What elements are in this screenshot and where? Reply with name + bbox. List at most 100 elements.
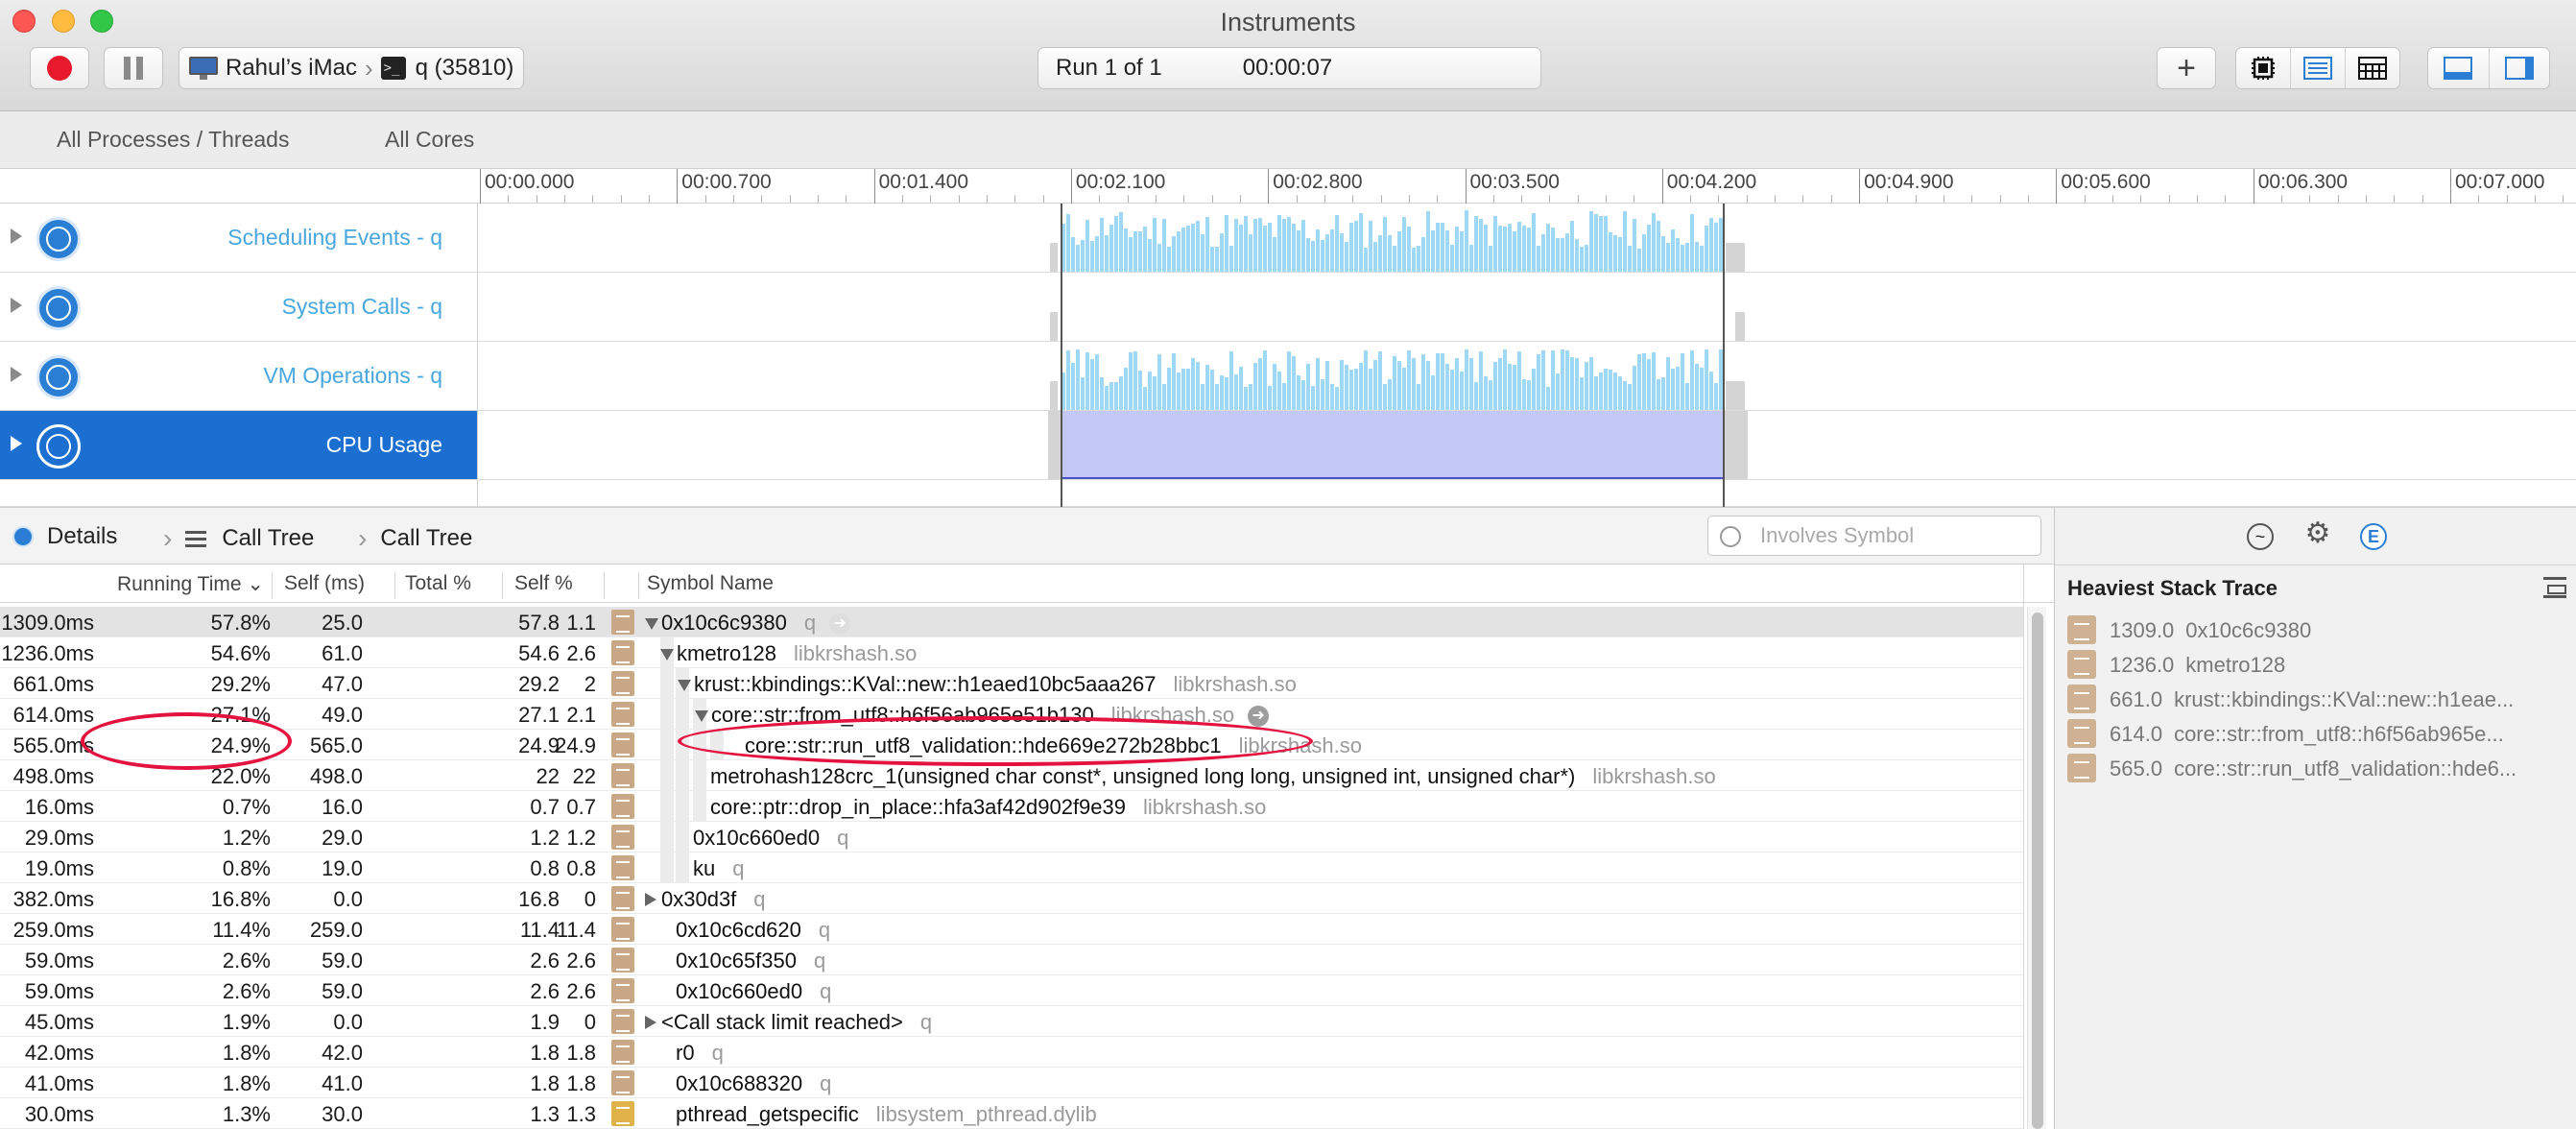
disclosure-open-icon[interactable] bbox=[645, 618, 658, 630]
disclosure-open-icon[interactable] bbox=[695, 710, 708, 722]
ruler-tick: 00:02.100 bbox=[1070, 169, 1165, 204]
running-time-ms: 259.0ms bbox=[12, 918, 94, 942]
running-time-header[interactable]: Running Time ⌄ bbox=[0, 572, 273, 599]
call-tree-label: Call Tree bbox=[222, 525, 315, 551]
add-instrument-button[interactable]: + bbox=[2157, 47, 2216, 89]
pause-button[interactable] bbox=[104, 47, 163, 89]
focus-arrow-icon[interactable]: ➜ bbox=[1248, 706, 1270, 728]
table-row[interactable]: 1236.0ms 54.6% 61.0 54.6 2.6 kmetro128 libkrsh… bbox=[0, 637, 2023, 668]
chevron-right-icon: › bbox=[358, 523, 368, 553]
symbol-name: kmetro128 bbox=[677, 641, 776, 665]
running-time-pct: 2.6% bbox=[222, 979, 271, 1003]
running-time-pct: 2.6% bbox=[222, 949, 271, 973]
self-pct: 0 bbox=[584, 1010, 596, 1034]
stack-frame-row[interactable]: 1309.0 0x10c6c9380 bbox=[2067, 613, 2571, 646]
ruler-minor-tick bbox=[648, 195, 650, 203]
processes-threads-selector[interactable]: All Processes / Threads bbox=[57, 127, 289, 153]
toggle-inspector-button[interactable] bbox=[2490, 48, 2550, 88]
table-row[interactable]: 661.0ms 29.2% 47.0 29.2 2 krust::kbindings::K… bbox=[0, 668, 2023, 699]
cores-selector[interactable]: All Cores bbox=[385, 127, 474, 153]
stack-frame-row[interactable]: 661.0 krust::kbindings::KVal::new::h1eae.… bbox=[2067, 683, 2571, 715]
disclosure-triangle-icon[interactable] bbox=[11, 436, 22, 451]
stack-frame-row[interactable]: 565.0 core::str::run_utf8_validation::hde… bbox=[2067, 752, 2571, 784]
tree-depth-guide bbox=[676, 699, 689, 730]
self-ms-header[interactable]: Self (ms) bbox=[274, 572, 395, 599]
track-label-area[interactable]: System Calls - q bbox=[0, 273, 478, 341]
stack-frame-row[interactable]: 1236.0 kmetro128 bbox=[2067, 648, 2571, 681]
threads-strategy-button[interactable] bbox=[2346, 48, 2399, 88]
ruler-minor-tick bbox=[1408, 195, 1410, 203]
disclosure-closed-icon[interactable] bbox=[645, 893, 656, 906]
ruler-tick: 00:02.800 bbox=[1268, 169, 1363, 204]
focus-arrow-icon[interactable]: ➜ bbox=[829, 613, 851, 636]
track-label-area[interactable]: VM Operations - q bbox=[0, 342, 478, 410]
table-row[interactable]: 45.0ms 1.9% 0.0 1.9 0 <Call stack limit reach… bbox=[0, 1006, 2023, 1037]
timeline-ruler[interactable]: 00:00.000 00:00.700 00:01.400 00:02.100 00:0… bbox=[0, 169, 2576, 204]
extended-detail-tab[interactable]: E bbox=[2360, 523, 2387, 550]
track-label-area[interactable]: Scheduling Events - q bbox=[0, 204, 478, 272]
symbol-name: krust::kbindings::KVal::new::h1eaed10bc5… bbox=[694, 672, 1157, 696]
self-pct-header[interactable]: Self % bbox=[503, 572, 605, 599]
disclosure-triangle-icon[interactable] bbox=[11, 228, 22, 244]
symbol-name-header[interactable]: Symbol Name bbox=[639, 572, 2023, 599]
symbol-cell: 0x10c65f350 q bbox=[676, 949, 825, 973]
scrollbar-thumb[interactable] bbox=[2032, 613, 2043, 1129]
library-name: q bbox=[732, 856, 745, 880]
symbol-name: pthread_getspecific bbox=[676, 1102, 859, 1126]
ruler-minor-tick bbox=[846, 195, 847, 203]
table-row[interactable]: 59.0ms 2.6% 59.0 2.6 2.6 0x10c65f350 q bbox=[0, 945, 2023, 975]
call-tree-view-crumb[interactable]: › Call Tree bbox=[358, 523, 472, 554]
table-row[interactable]: 29.0ms 1.2% 29.0 1.2 1.2 0x10c660ed0 q bbox=[0, 822, 2023, 853]
display-settings-tab[interactable]: ⚙ bbox=[2304, 517, 2331, 549]
tree-depth-guide bbox=[710, 730, 724, 760]
symbol-name: 0x10c6cd620 bbox=[676, 918, 801, 942]
library-name: libsystem_pthread.dylib bbox=[875, 1102, 1097, 1126]
total-pct-header[interactable]: Total % bbox=[395, 572, 503, 599]
table-row[interactable]: 565.0ms 24.9% 565.0 24.9 24.9 core::str::run_… bbox=[0, 730, 2023, 760]
frame-weight: 1309.0 bbox=[2110, 618, 2175, 642]
table-row[interactable]: 1309.0ms 57.8% 25.0 57.8 1.1 0x10c6c9380 q ➜ bbox=[0, 607, 2023, 637]
table-row[interactable]: 259.0ms 11.4% 259.0 11.4 11.4 0x10c6cd620 q bbox=[0, 914, 2023, 945]
table-row[interactable]: 382.0ms 16.8% 0.0 16.8 0 0x30d3f q bbox=[0, 883, 2023, 914]
stack-options-icon[interactable] bbox=[2543, 577, 2566, 598]
target-selector[interactable]: Rahul’s iMac › >_ q (35810) bbox=[179, 47, 524, 89]
table-row[interactable]: 19.0ms 0.8% 19.0 0.8 0.8 ku q bbox=[0, 853, 2023, 883]
frame-symbol: krust::kbindings::KVal::new::h1eae... bbox=[2174, 687, 2515, 711]
disclosure-triangle-icon[interactable] bbox=[11, 367, 22, 382]
call-tree-view-label: Call Tree bbox=[380, 525, 473, 551]
self-pct: 2.1 bbox=[566, 703, 596, 727]
table-row[interactable]: 42.0ms 1.8% 42.0 1.8 1.8 r0 q bbox=[0, 1037, 2023, 1068]
disclosure-open-icon[interactable] bbox=[660, 649, 674, 661]
stack-frame-row[interactable]: 614.0 core::str::from_utf8::h6f56ab965e..… bbox=[2067, 717, 2571, 750]
disclosure-triangle-icon[interactable] bbox=[11, 298, 22, 313]
running-time-pct: 24.9% bbox=[210, 733, 271, 757]
disclosure-closed-icon[interactable] bbox=[645, 1016, 656, 1029]
time-selection-region[interactable] bbox=[1061, 204, 1725, 507]
table-row[interactable]: 498.0ms 22.0% 498.0 22 22 metrohash128crc_1(u… bbox=[0, 760, 2023, 791]
table-scrollbar[interactable] bbox=[2027, 607, 2046, 1129]
ruler-tick-label: 00:06.300 bbox=[2257, 171, 2349, 193]
record-settings-tab[interactable]: ~ bbox=[2247, 523, 2274, 550]
stack-frame-text: 1309.0 0x10c6c9380 bbox=[2110, 618, 2311, 643]
table-header: Running Time ⌄ Self (ms) Total % Self % … bbox=[0, 564, 2054, 603]
instruments-strategy-button[interactable] bbox=[2291, 48, 2346, 88]
wave-icon: ~ bbox=[2254, 526, 2266, 546]
ruler-tick: 00:01.400 bbox=[873, 169, 968, 204]
disclosure-open-icon[interactable] bbox=[678, 680, 691, 691]
track-label-area[interactable]: CPU Usage bbox=[0, 411, 478, 479]
toggle-detail-area-button[interactable] bbox=[2428, 48, 2490, 88]
table-row[interactable]: 59.0ms 2.6% 59.0 2.6 2.6 0x10c660ed0 q bbox=[0, 975, 2023, 1006]
table-row[interactable]: 41.0ms 1.8% 41.0 1.8 1.8 0x10c688320 q bbox=[0, 1068, 2023, 1098]
tree-depth-guide bbox=[660, 699, 674, 730]
pause-icon bbox=[124, 57, 143, 80]
details-crumb[interactable]: Details bbox=[12, 523, 117, 550]
library-icon bbox=[611, 855, 634, 880]
call-tree-crumb[interactable]: › Call Tree bbox=[163, 523, 314, 554]
table-row[interactable]: 30.0ms 1.3% 30.0 1.3 1.3 pthread_getspecific l… bbox=[0, 1098, 2023, 1129]
involves-symbol-filter[interactable]: Involves Symbol bbox=[1707, 516, 2041, 556]
record-button[interactable] bbox=[30, 47, 89, 89]
symbol-name: core::str::run_utf8_validation::hde669e2… bbox=[745, 733, 1222, 757]
cpu-strategy-button[interactable] bbox=[2236, 48, 2291, 88]
table-row[interactable]: 16.0ms 0.7% 16.0 0.7 0.7 core::ptr::drop_in_p… bbox=[0, 791, 2023, 822]
table-row[interactable]: 614.0ms 27.1% 49.0 27.1 2.1 core::str::from_u… bbox=[0, 699, 2023, 730]
